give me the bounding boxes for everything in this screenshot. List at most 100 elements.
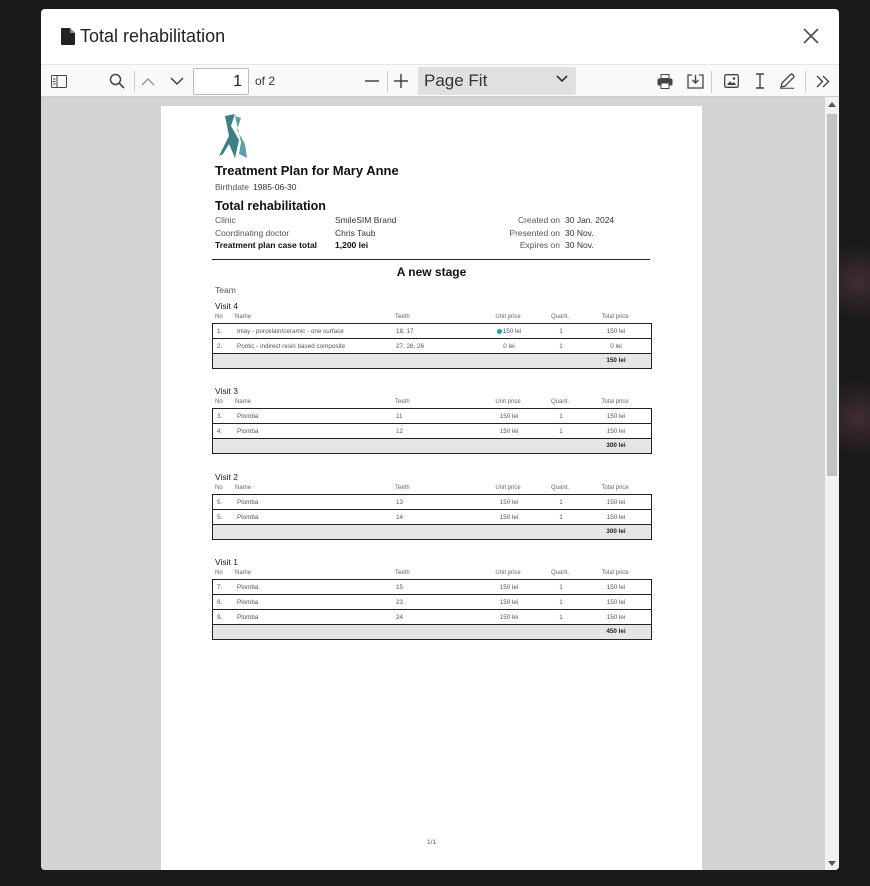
search-button[interactable]	[106, 69, 128, 93]
cell-no: 1.	[217, 328, 223, 335]
close-icon[interactable]	[801, 26, 821, 46]
table-row: 5. Plomba 14 150 lei 1 150 lei	[213, 510, 651, 525]
cell-unit: 150 lei	[499, 428, 519, 435]
cell-total: 150 lei	[606, 428, 626, 435]
search-icon	[109, 73, 125, 89]
text-tool-button[interactable]	[749, 69, 771, 93]
document-icon	[61, 28, 75, 45]
clinic-row: Clinic SmileSIM Brand	[215, 215, 396, 225]
chevron-down-icon	[556, 75, 568, 83]
column-header-no: No	[215, 314, 223, 320]
cell-no: 8.	[217, 599, 223, 606]
column-header-total: Total price	[601, 485, 629, 491]
column-header-name: Name	[235, 314, 252, 320]
cell-name: Plomba	[237, 413, 259, 420]
modal-title-text: Total rehabilitation	[80, 26, 226, 46]
zoom-select[interactable]: Page Fit	[418, 67, 576, 95]
column-header-unit: Unit price	[495, 399, 521, 405]
column-header-teeth: Teeth	[395, 485, 410, 491]
stage-title: A new stage	[396, 265, 467, 279]
cell-total: 150 lei	[606, 584, 626, 591]
draw-tool-button[interactable]	[776, 69, 798, 93]
sidebar-toggle-icon	[51, 74, 67, 88]
sidebar-toggle-button[interactable]	[48, 69, 70, 93]
visit-title: Visit 3	[215, 386, 238, 396]
double-chevron-right-icon	[816, 75, 830, 87]
column-header-no: No	[215, 485, 223, 491]
cell-total: 150 lei	[606, 413, 626, 420]
zoom-out-button[interactable]	[361, 69, 383, 93]
scroll-up-arrow[interactable]	[825, 97, 839, 111]
visit-total-row: 450 lei	[213, 625, 651, 639]
column-header-teeth: Teeth	[395, 570, 410, 576]
print-icon	[657, 73, 673, 89]
pdf-viewer-area[interactable]: Treatment Plan for Mary Anne Birthdate 19…	[41, 97, 825, 870]
scroll-down-arrow[interactable]	[825, 856, 839, 870]
cell-no: 3.	[217, 413, 223, 420]
column-header-qty: Quant.	[550, 570, 569, 576]
next-page-button[interactable]	[167, 69, 187, 93]
vertical-scrollbar[interactable]	[825, 97, 839, 870]
cell-total: 150 lei	[606, 614, 626, 621]
visit-total-value: 450 lei	[606, 628, 626, 635]
cell-name: Inlay - porcelain/ceramic - one surface	[237, 328, 344, 335]
presented-label: Presented on	[509, 228, 560, 238]
birthdate-label: Birthdate	[215, 182, 250, 192]
zoom-in-button[interactable]	[390, 69, 412, 93]
table-row: 2. Pontic - indirect resin based composit…	[213, 339, 651, 354]
toolbar-separator	[711, 71, 712, 93]
visit-section: Visit 3 No Name Teeth Unit price Quant. Total …	[212, 386, 652, 454]
cell-qty: 1	[559, 413, 563, 420]
toolbar-separator	[387, 71, 388, 93]
column-header-unit: Unit price	[495, 314, 521, 320]
presented-row: Presented on 30 Nov.	[451, 228, 651, 238]
column-header-teeth: Teeth	[395, 314, 410, 320]
previous-page-button[interactable]	[138, 69, 158, 93]
visit-total-row: 300 lei	[213, 525, 651, 539]
print-button[interactable]	[654, 69, 676, 93]
expires-row: Expires on 30 Nov.	[451, 240, 651, 250]
created-value: 30 Jan. 2024	[565, 215, 615, 225]
cell-teeth: 11	[396, 413, 403, 420]
chevron-down-icon	[170, 76, 184, 85]
page-number-input[interactable]: 1	[193, 68, 249, 95]
cell-unit: 150 lei	[499, 614, 519, 621]
column-header-total: Total price	[601, 399, 629, 405]
pen-icon	[780, 73, 795, 89]
cell-name: Plomba	[237, 514, 259, 521]
cell-name: Plomba	[237, 599, 259, 606]
cell-teeth: 24	[396, 614, 404, 621]
scrollbar-thumb[interactable]	[827, 114, 837, 476]
cell-teeth: 14	[396, 514, 404, 521]
visit-table: 7. Plomba 15 150 lei 1 150 lei 8. Plomba 23 150 l…	[212, 579, 652, 640]
chevron-up-icon	[141, 77, 155, 86]
page-count-label: of 2	[255, 74, 276, 88]
doctor-label: Coordinating doctor	[215, 228, 290, 238]
table-row: 3. Plomba 11 150 lei 1 150 lei	[213, 409, 651, 424]
cell-qty: 1	[559, 428, 563, 435]
visit-column-headers: No Name Teeth Unit price Quant. Total price	[212, 485, 652, 494]
visit-table: 1. Inlay - porcelain/ceramic - one surfac…	[212, 323, 652, 369]
cell-unit: 150 lei	[491, 324, 527, 339]
cell-no: 5.	[217, 514, 223, 521]
cell-teeth: 27, 28, 26	[396, 343, 425, 350]
presented-value: 30 Nov.	[565, 228, 594, 238]
cell-qty: 1	[559, 343, 563, 350]
column-header-teeth: Teeth	[395, 399, 410, 405]
expires-value: 30 Nov.	[565, 240, 594, 250]
created-row: Created on 30 Jan. 2024	[451, 215, 651, 225]
table-row: 4. Plomba 12 150 lei 1 150 lei	[213, 424, 651, 439]
add-image-button[interactable]	[720, 69, 742, 93]
more-tools-button[interactable]	[812, 69, 834, 93]
cursor-indicator-icon	[496, 328, 502, 334]
case-total-row: Treatment plan case total 1,200 lei	[215, 240, 368, 250]
column-header-total: Total price	[601, 314, 629, 320]
visit-total-value: 300 lei	[606, 442, 626, 449]
column-header-unit: Unit price	[495, 485, 521, 491]
cell-no: 7.	[217, 584, 223, 591]
cell-no: 5.	[217, 499, 223, 506]
visit-column-headers: No Name Teeth Unit price Quant. Total price	[212, 570, 652, 579]
image-icon	[723, 74, 739, 88]
modal-title: Total rehabilitation	[61, 26, 225, 47]
download-button[interactable]	[684, 69, 706, 93]
